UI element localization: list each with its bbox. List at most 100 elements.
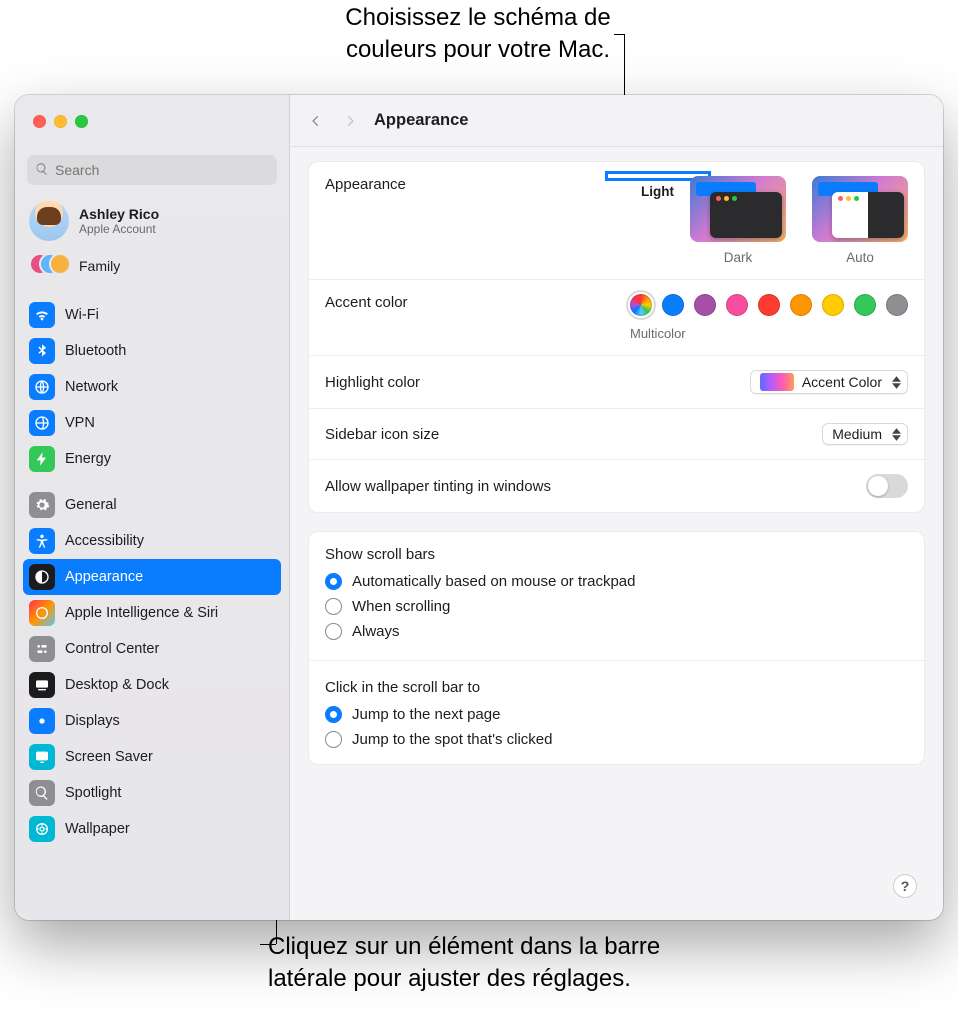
sidebar-item-label: Wallpaper [65,821,130,837]
fullscreen-window-button[interactable] [75,115,88,128]
accent-swatch-2[interactable] [694,294,716,316]
scrollbars-radio-group: Automatically based on mouse or trackpad… [309,569,924,656]
sidebar-item-label: Desktop & Dock [65,677,169,693]
appearance-icon [29,564,55,590]
sidebar-item-displays[interactable]: Displays [23,703,281,739]
highlight-value: Accent Color [802,374,882,390]
forward-button[interactable] [340,111,360,131]
radio-label: Jump to the spot that's clicked [352,731,552,748]
chevrons-icon [890,376,902,389]
radio-icon [325,573,342,590]
sidebar-item-label: Network [65,379,118,395]
energy-icon [29,446,55,472]
sidebarsize-popup[interactable]: Medium [822,423,908,445]
radio-icon [325,623,342,640]
callout-top-line-v [624,34,625,96]
sidebar-list: Wi-Fi Bluetooth Network VPN Energy General Ac… [15,291,289,867]
accessibility-icon [29,528,55,554]
appearance-thumb-icon [690,176,786,242]
appearance-option-auto[interactable]: Auto [812,176,908,265]
sidebar-item-label: Control Center [65,641,159,657]
sidebar: Ashley Rico Apple Account Family Wi-Fi Bl… [15,95,290,920]
sidebarsize-value: Medium [832,426,882,442]
sidebar-item-label: Displays [65,713,120,729]
search-field[interactable] [27,155,277,185]
appearance-option-label: Dark [724,250,753,265]
appearance-label: Appearance [325,176,406,193]
scrollclick-option-1[interactable]: Jump to the spot that's clicked [309,727,924,752]
settings-window: Ashley Rico Apple Account Family Wi-Fi Bl… [15,95,943,920]
sidebar-item-label: Apple Intelligence & Siri [65,605,218,621]
tinting-toggle[interactable] [866,474,908,498]
family-row[interactable]: Family [15,247,289,291]
radio-icon [325,731,342,748]
help-button[interactable]: ? [893,874,917,898]
bluetooth-icon [29,338,55,364]
sidebar-item-label: Screen Saver [65,749,153,765]
callout-top-line-h [614,34,625,35]
radio-label: Automatically based on mouse or trackpad [352,573,635,590]
radio-label: Jump to the next page [352,706,500,723]
close-window-button[interactable] [33,115,46,128]
accent-swatch-6[interactable] [822,294,844,316]
sidebar-item-wallpaper[interactable]: Wallpaper [23,811,281,847]
avatar [29,201,69,241]
general-icon [29,492,55,518]
sidebar-item-appearance[interactable]: Appearance [23,559,281,595]
content-header: Appearance [290,95,943,147]
appearance-thumb-icon [812,176,908,242]
appearance-option-dark[interactable]: Dark [690,176,786,265]
sidebarsize-label: Sidebar icon size [325,426,439,443]
sidebar-item-energy[interactable]: Energy [23,441,281,477]
search-input[interactable] [55,162,269,178]
accent-swatch-4[interactable] [758,294,780,316]
sidebar-item-accessibility[interactable]: Accessibility [23,523,281,559]
sidebar-item-bluetooth[interactable]: Bluetooth [23,333,281,369]
sidebar-item-vpn[interactable]: VPN [23,405,281,441]
appearance-option-label: Light [641,184,674,199]
sidebar-item-siri[interactable]: Apple Intelligence & Siri [23,595,281,631]
highlight-popup[interactable]: Accent Color [750,370,908,394]
scrollbars-option-2[interactable]: Always [309,619,924,644]
scrollclick-radio-group: Jump to the next page Jump to the spot t… [309,702,924,764]
sidebar-item-spotlight[interactable]: Spotlight [23,775,281,811]
sidebar-item-label: Accessibility [65,533,144,549]
scroll-panel: Show scroll bars Automatically based on … [308,531,925,765]
back-button[interactable] [306,111,326,131]
scrollbars-title: Show scroll bars [309,532,924,569]
accent-swatch-8[interactable] [886,294,908,316]
content-pane: Appearance Appearance Light Dark Auto Ac… [290,95,943,920]
spotlight-icon [29,780,55,806]
scrollbars-option-1[interactable]: When scrolling [309,594,924,619]
minimize-window-button[interactable] [54,115,67,128]
sidebar-item-screensaver[interactable]: Screen Saver [23,739,281,775]
accent-label: Accent color [325,294,408,311]
account-sub: Apple Account [79,222,159,236]
accent-swatch-1[interactable] [662,294,684,316]
appearance-option-light[interactable]: Light [651,176,664,189]
sidebar-item-control[interactable]: Control Center [23,631,281,667]
sidebar-item-label: Wi-Fi [65,307,99,323]
account-row[interactable]: Ashley Rico Apple Account [15,195,289,247]
siri-icon [29,600,55,626]
sidebar-item-label: Appearance [65,569,143,585]
accent-swatch-7[interactable] [854,294,876,316]
accent-swatch-5[interactable] [790,294,812,316]
accent-swatch-3[interactable] [726,294,748,316]
scrollclick-option-0[interactable]: Jump to the next page [309,702,924,727]
accent-swatch-0[interactable] [630,294,652,316]
sidebar-item-wifi[interactable]: Wi-Fi [23,297,281,333]
wallpaper-icon [29,816,55,842]
sidebar-item-label: Energy [65,451,111,467]
sidebar-item-label: VPN [65,415,95,431]
sidebar-item-desktop[interactable]: Desktop & Dock [23,667,281,703]
sidebar-item-general[interactable]: General [23,487,281,523]
sidebar-item-network[interactable]: Network [23,369,281,405]
highlight-label: Highlight color [325,374,420,391]
scrollbars-option-0[interactable]: Automatically based on mouse or trackpad [309,569,924,594]
callout-bottom-line-h [260,944,276,945]
appearance-option-label: Auto [846,250,874,265]
sidebar-item-label: Bluetooth [65,343,126,359]
family-avatars [29,253,69,279]
appearance-panel: Appearance Light Dark Auto Accent color … [308,161,925,513]
